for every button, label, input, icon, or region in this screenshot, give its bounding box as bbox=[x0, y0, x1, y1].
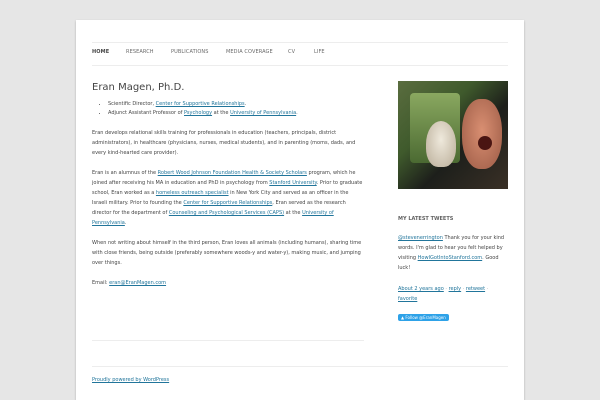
list-item: Scientific Director, Center for Supporti… bbox=[108, 100, 364, 109]
email-line: Email: eran@EranMagen.com bbox=[92, 280, 167, 286]
nav-item-home[interactable]: HOME bbox=[92, 49, 109, 55]
profile-photo bbox=[398, 81, 508, 189]
retweet-link[interactable]: retweet bbox=[466, 286, 485, 292]
content-divider bbox=[92, 340, 364, 341]
tweet-time-link[interactable]: About 2 years ago bbox=[398, 286, 444, 292]
nav-item-life[interactable]: LIFE bbox=[314, 49, 325, 55]
main-content: Eran Magen, Ph.D. Scientific Director, C… bbox=[92, 80, 364, 288]
page-container: HOME RESEARCH PUBLICATIONS MEDIA COVERAG… bbox=[76, 20, 524, 400]
site-footer: Proudly powered by WordPress bbox=[92, 366, 508, 383]
reply-link[interactable]: reply bbox=[449, 286, 462, 292]
intro-paragraph: Eran develops relational skills training… bbox=[92, 130, 356, 156]
stanford-link[interactable]: Stanford University bbox=[269, 180, 316, 186]
rwjf-link[interactable]: Robert Wood Johnson Foundation Health & … bbox=[158, 170, 307, 176]
tweet-text: @stevenerrington Thank you for your kind… bbox=[398, 235, 505, 271]
list-item: Adjunct Assistant Professor of Psycholog… bbox=[108, 109, 364, 118]
favorite-link[interactable]: favorite bbox=[398, 296, 417, 302]
roles-list: Scientific Director, Center for Supporti… bbox=[92, 100, 364, 118]
csr-link-2[interactable]: Center for Supportive Relationships bbox=[183, 200, 272, 206]
sidebar: MY LATEST TWEETS @stevenerrington Thank … bbox=[398, 81, 508, 323]
nav-item-cv[interactable]: CV bbox=[288, 49, 295, 55]
wordpress-credit-link[interactable]: Proudly powered by WordPress bbox=[92, 377, 169, 383]
caps-link[interactable]: Counseling and Psychological Services (C… bbox=[169, 210, 284, 216]
nav-item-media-coverage[interactable]: MEDIA COVERAGE bbox=[226, 49, 273, 55]
psychology-link[interactable]: Psychology bbox=[184, 110, 212, 116]
csr-link[interactable]: Center for Supportive Relationships bbox=[156, 101, 245, 107]
email-link[interactable]: eran@EranMagen.com bbox=[109, 280, 166, 286]
tweet-handle-link[interactable]: @stevenerrington bbox=[398, 235, 443, 241]
upenn-link[interactable]: University of Pennsylvania bbox=[230, 110, 296, 116]
twitter-bird-icon: ▲ bbox=[401, 315, 405, 320]
nav-item-publications[interactable]: PUBLICATIONS bbox=[171, 49, 208, 55]
follow-button[interactable]: ▲ Follow @EranMagen bbox=[398, 314, 449, 321]
nav-item-research[interactable]: RESEARCH bbox=[126, 49, 154, 55]
tweets-widget-title: MY LATEST TWEETS bbox=[398, 216, 454, 222]
main-navigation: HOME RESEARCH PUBLICATIONS MEDIA COVERAG… bbox=[92, 42, 508, 66]
tweet-url-link[interactable]: HowIGotIntoStanford.com bbox=[418, 255, 483, 261]
tweet-meta: About 2 years ago · reply · retweet · fa… bbox=[398, 286, 489, 302]
hobbies-paragraph: When not writing about himself in the th… bbox=[92, 240, 362, 266]
homeless-outreach-link[interactable]: homeless outreach specialist bbox=[156, 190, 229, 196]
page-title: Eran Magen, Ph.D. bbox=[92, 82, 185, 93]
bio-paragraph: Eran is an alumnus of the Robert Wood Jo… bbox=[92, 170, 363, 226]
